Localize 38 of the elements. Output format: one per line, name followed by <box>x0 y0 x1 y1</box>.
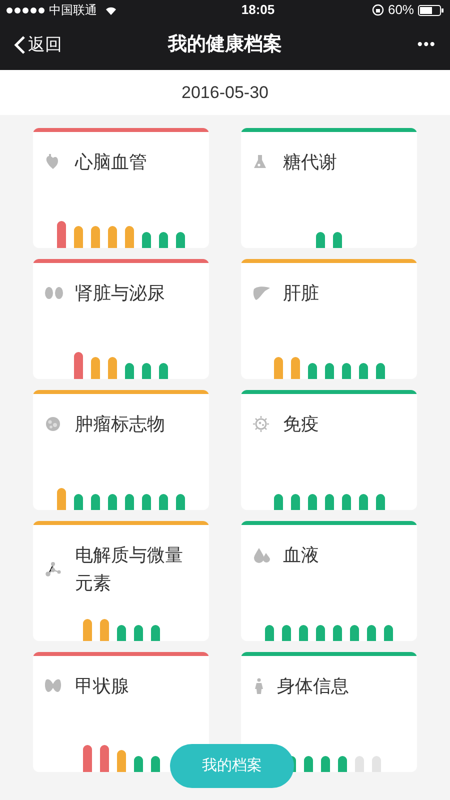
category-card[interactable]: 心脑血管 <box>33 128 209 248</box>
category-title: 甲状腺 <box>75 675 129 698</box>
liver-icon <box>253 285 271 301</box>
molecule-icon <box>45 561 63 577</box>
category-title: 电解质与微量元素 <box>75 544 184 595</box>
rotation-lock-icon <box>372 4 384 16</box>
category-card[interactable]: 肿瘤标志物 <box>33 390 209 510</box>
category-title: 肿瘤标志物 <box>75 413 165 436</box>
back-chevron-icon <box>14 35 26 55</box>
category-title: 免疫 <box>283 413 319 436</box>
more-button[interactable]: ••• <box>417 34 436 56</box>
human-figure-icon <box>253 678 265 694</box>
category-title: 糖代谢 <box>283 151 337 174</box>
category-card[interactable]: 免疫 <box>241 390 417 510</box>
drops-icon <box>253 547 271 563</box>
carrier-name: 中国联通 <box>49 2 97 19</box>
category-title: 肾脏与泌尿 <box>75 282 165 305</box>
category-card[interactable]: 电解质与微量元素 <box>33 521 209 641</box>
kidneys-icon <box>45 285 63 301</box>
wifi-icon <box>104 4 118 16</box>
cell-cluster-icon <box>45 416 63 432</box>
category-title: 血液 <box>283 544 319 567</box>
virus-icon <box>253 416 271 432</box>
thyroid-icon <box>45 678 63 694</box>
date-label: 2016-05-30 <box>182 82 268 104</box>
back-button[interactable]: 返回 <box>14 32 62 58</box>
clock-time: 18:05 <box>241 1 275 20</box>
battery-icon <box>418 4 444 16</box>
category-title: 心脑血管 <box>75 151 147 174</box>
category-title: 身体信息 <box>277 675 349 698</box>
category-card[interactable]: 肝脏 <box>241 259 417 379</box>
category-card[interactable]: 肾脏与泌尿 <box>33 259 209 379</box>
category-card[interactable]: 血液 <box>241 521 417 641</box>
category-title: 肝脏 <box>283 282 319 305</box>
signal-icon <box>6 6 46 14</box>
battery-percent: 60% <box>388 1 414 20</box>
category-card[interactable]: 糖代谢 <box>241 128 417 248</box>
page-title: 我的健康档案 <box>168 32 282 57</box>
